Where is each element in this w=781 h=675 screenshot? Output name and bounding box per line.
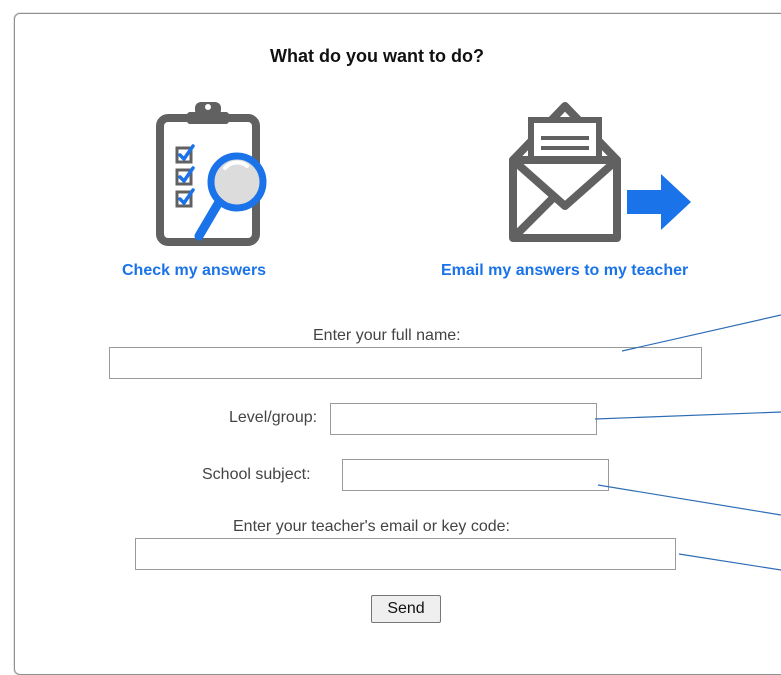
email-teacher-link[interactable]: Email my answers to my teacher [441,262,688,280]
school-subject-label: School subject: [202,466,311,483]
dialog-title: What do you want to do? [270,46,484,66]
full-name-input[interactable] [109,347,702,379]
level-group-input[interactable] [330,403,597,435]
teacher-email-input[interactable] [135,538,676,570]
full-name-label: Enter your full name: [313,327,461,344]
send-button[interactable]: Send [371,595,441,623]
teacher-email-label: Enter your teacher's email or key code: [233,518,510,535]
clipboard-magnifier-icon[interactable] [155,98,275,248]
envelope-arrow-icon[interactable] [505,98,695,248]
check-answers-link[interactable]: Check my answers [122,262,266,280]
level-group-label: Level/group: [229,409,318,426]
school-subject-input[interactable] [342,459,609,491]
